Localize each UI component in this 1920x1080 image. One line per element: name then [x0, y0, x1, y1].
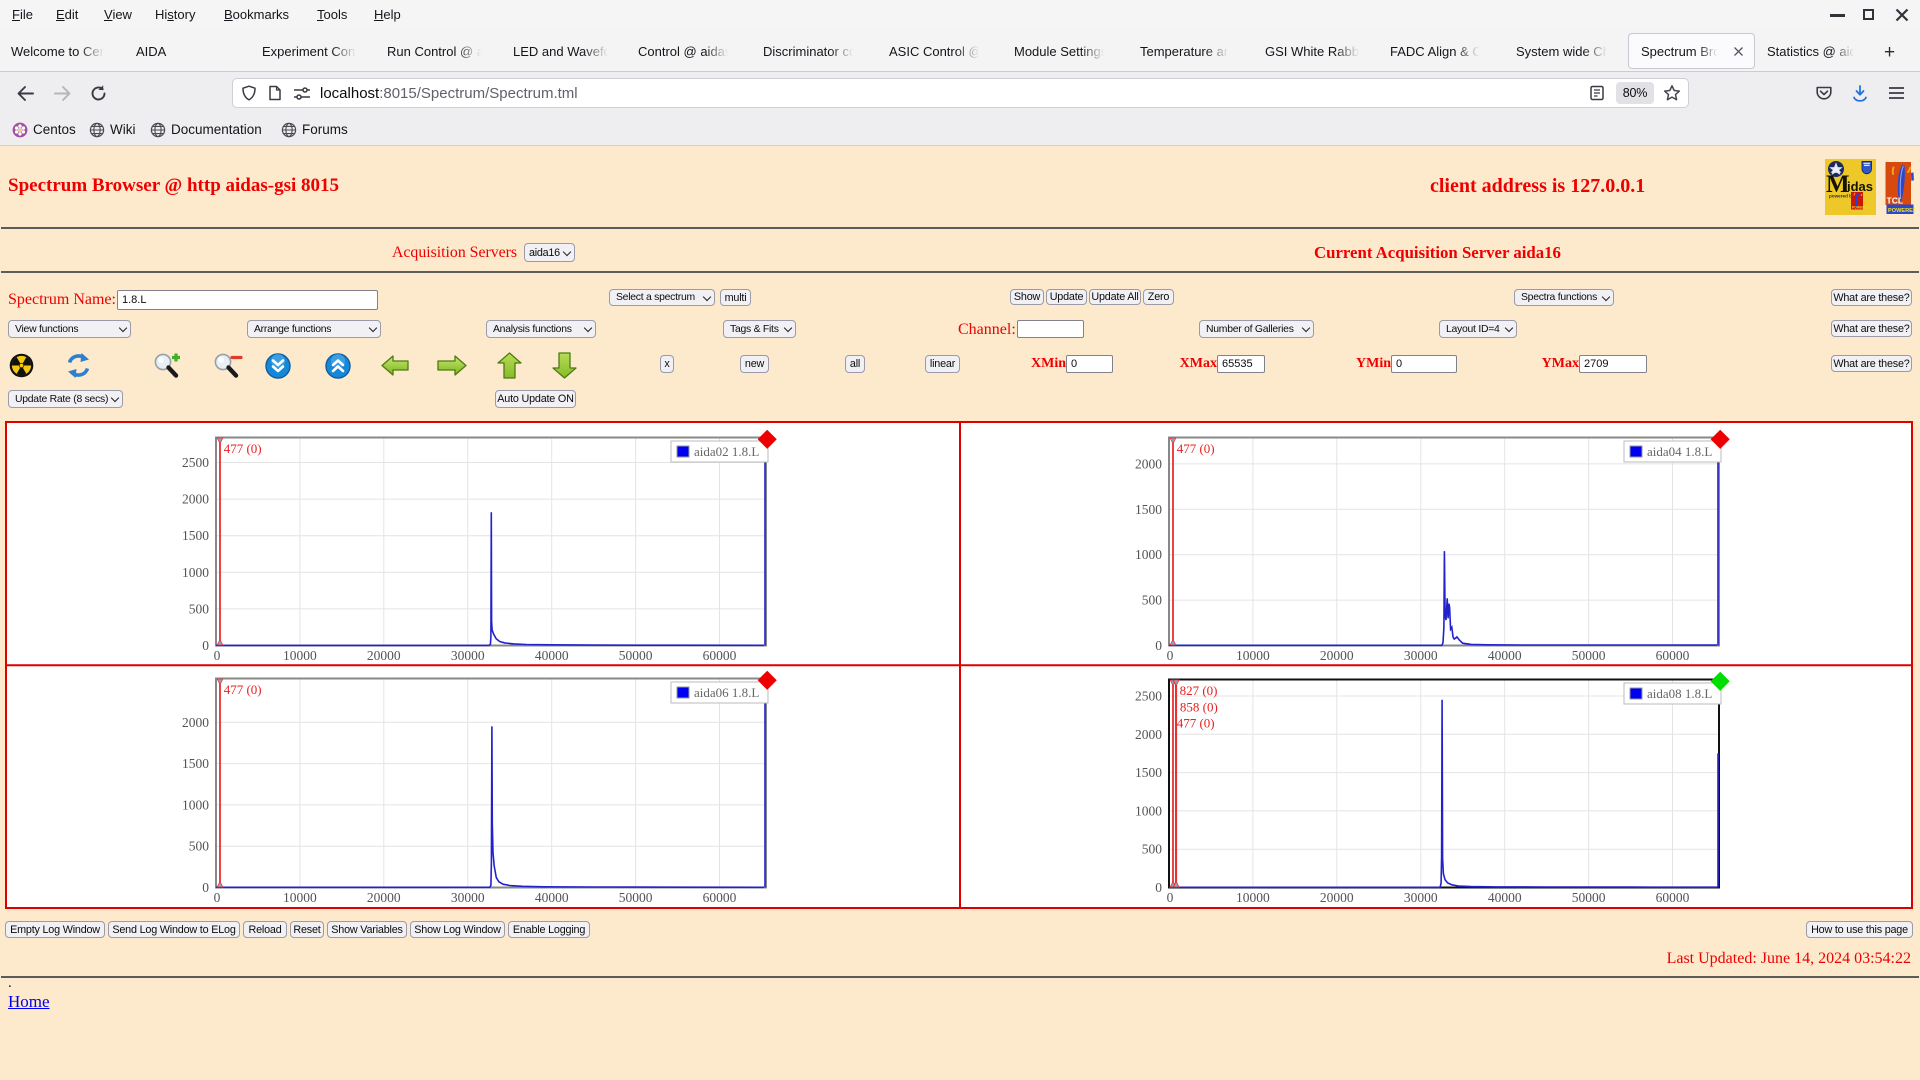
svg-text:20000: 20000 — [1320, 890, 1354, 905]
svg-text:60000: 60000 — [703, 648, 737, 663]
svg-text:POWERED: POWERED — [1888, 208, 1915, 214]
svg-text:827 (0): 827 (0) — [1180, 683, 1218, 698]
svg-text:1500: 1500 — [1135, 501, 1162, 516]
svg-text:0: 0 — [1167, 890, 1174, 905]
svg-text:477 (0): 477 (0) — [224, 682, 262, 697]
svg-text:TCL: TCL — [1887, 196, 1904, 206]
svg-text:0: 0 — [202, 638, 209, 653]
svg-text:50000: 50000 — [619, 890, 653, 905]
svg-text:40000: 40000 — [1488, 648, 1522, 663]
svg-text:1000: 1000 — [1135, 547, 1162, 562]
svg-text:10000: 10000 — [1236, 648, 1270, 663]
svg-text:20000: 20000 — [1320, 648, 1354, 663]
svg-text:aida08 1.8.L: aida08 1.8.L — [1647, 686, 1712, 701]
svg-text:500: 500 — [189, 838, 210, 853]
svg-text:aida06 1.8.L: aida06 1.8.L — [694, 685, 759, 700]
svg-text:0: 0 — [202, 880, 209, 895]
svg-text:500: 500 — [1142, 841, 1163, 856]
svg-text:2000: 2000 — [1135, 726, 1162, 741]
svg-text:1000: 1000 — [182, 564, 209, 579]
svg-text:0: 0 — [214, 890, 221, 905]
svg-text:10000: 10000 — [283, 648, 317, 663]
svg-text:477 (0): 477 (0) — [224, 441, 262, 456]
svg-text:10000: 10000 — [283, 890, 317, 905]
svg-text:858 (0): 858 (0) — [1180, 699, 1218, 714]
svg-text:20000: 20000 — [367, 648, 401, 663]
svg-text:50000: 50000 — [1572, 648, 1606, 663]
svg-text:30000: 30000 — [451, 648, 485, 663]
svg-text:aida04 1.8.L: aida04 1.8.L — [1647, 444, 1712, 459]
svg-text:50000: 50000 — [1572, 890, 1606, 905]
svg-text:2000: 2000 — [1135, 456, 1162, 471]
svg-text:1500: 1500 — [1135, 765, 1162, 780]
svg-text:500: 500 — [1142, 592, 1163, 607]
svg-text:0: 0 — [214, 648, 221, 663]
svg-text:aida02 1.8.L: aida02 1.8.L — [694, 444, 759, 459]
svg-text:60000: 60000 — [1656, 890, 1690, 905]
svg-text:20000: 20000 — [367, 890, 401, 905]
svg-text:1500: 1500 — [182, 528, 209, 543]
svg-text:40000: 40000 — [535, 890, 569, 905]
svg-text:2500: 2500 — [1135, 688, 1162, 703]
svg-text:10000: 10000 — [1236, 890, 1270, 905]
svg-text:60000: 60000 — [703, 890, 737, 905]
svg-text:477 (0): 477 (0) — [1177, 441, 1215, 456]
svg-text:1000: 1000 — [182, 797, 209, 812]
svg-text:POWERED: POWERED — [1852, 206, 1870, 210]
svg-text:idas: idas — [1847, 179, 1873, 194]
svg-text:30000: 30000 — [451, 890, 485, 905]
svg-text:0: 0 — [1155, 638, 1162, 653]
svg-text:2000: 2000 — [182, 714, 209, 729]
svg-text:1500: 1500 — [182, 756, 209, 771]
svg-text:1000: 1000 — [1135, 803, 1162, 818]
svg-text:2500: 2500 — [182, 455, 209, 470]
svg-text:30000: 30000 — [1404, 648, 1438, 663]
svg-text:60000: 60000 — [1656, 648, 1690, 663]
svg-text:477 (0): 477 (0) — [1177, 715, 1215, 730]
svg-text:2000: 2000 — [182, 491, 209, 506]
svg-text:40000: 40000 — [1488, 890, 1522, 905]
svg-text:40000: 40000 — [535, 648, 569, 663]
svg-text:30000: 30000 — [1404, 890, 1438, 905]
svg-text:50000: 50000 — [619, 648, 653, 663]
svg-text:0: 0 — [1167, 648, 1174, 663]
svg-text:500: 500 — [189, 601, 210, 616]
svg-text:0: 0 — [1155, 880, 1162, 895]
